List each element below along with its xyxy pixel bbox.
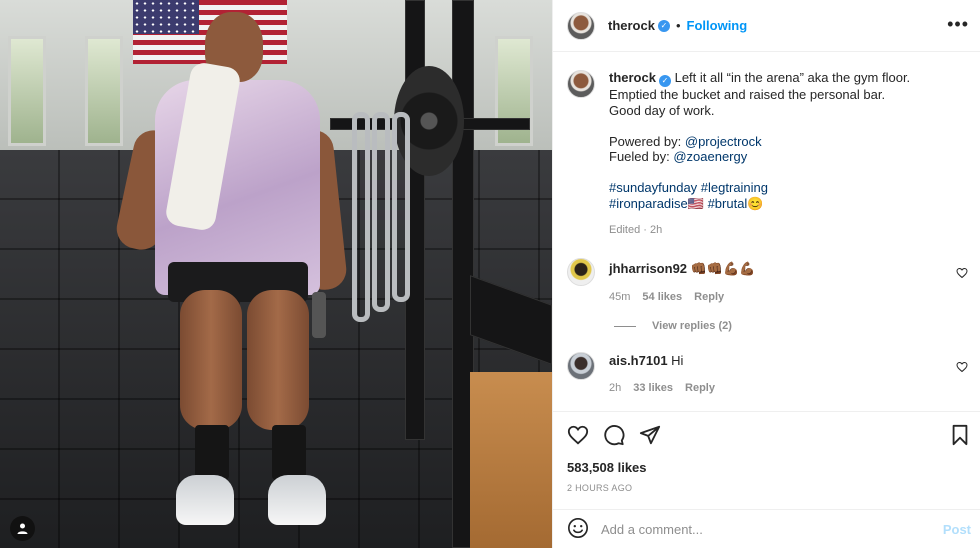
shoe: [176, 475, 234, 525]
following-button[interactable]: Following: [687, 18, 748, 33]
person-leg: [247, 290, 309, 430]
comment-likes[interactable]: 54 likes: [642, 291, 682, 303]
powered-by-label: Powered by:: [609, 133, 685, 149]
chain: [372, 112, 390, 312]
tagged-user-button[interactable]: [10, 516, 35, 541]
wood-platform: [470, 372, 552, 548]
chain: [392, 112, 410, 302]
caption-line: Good day of work.: [609, 102, 715, 118]
person-leg: [180, 290, 242, 430]
post-caption: therock ✓ Left it all “in the arena” aka …: [567, 70, 967, 239]
shoe: [268, 475, 326, 525]
divider: [614, 325, 636, 327]
window: [85, 36, 123, 146]
comment-icon: [604, 425, 625, 446]
hashtag-links[interactable]: #ironparadise🇺🇸 #brutal😊: [609, 196, 910, 212]
sock: [272, 425, 306, 480]
view-replies-button[interactable]: View replies (2): [614, 320, 732, 332]
verified-badge-icon: ✓: [657, 19, 670, 32]
likes-count[interactable]: 583,508 likes: [567, 460, 647, 475]
bookmark-icon: [952, 424, 968, 446]
heart-icon[interactable]: [956, 267, 968, 279]
chain: [352, 112, 370, 322]
comment-input[interactable]: [601, 521, 921, 537]
post-details-panel: therock ✓ • Following ••• therock ✓ Left …: [552, 0, 980, 548]
user-icon: [17, 523, 28, 534]
separator-dot: •: [675, 18, 681, 33]
post-author-username[interactable]: therock: [608, 18, 655, 33]
post-image[interactable]: [0, 0, 552, 548]
verified-badge-icon: ✓: [658, 75, 671, 87]
emoji-button[interactable]: [567, 517, 589, 542]
comment-text: Hi: [671, 353, 684, 368]
comment: ais.h7101 Hi 2h 33 likes Reply: [567, 352, 972, 394]
comment-time: 45m: [609, 291, 631, 303]
window: [8, 36, 46, 146]
like-button[interactable]: [567, 424, 589, 446]
caption-line: Left it all “in the arena” aka the gym f…: [674, 70, 911, 85]
caption-line: Emptied the bucket and raised the person…: [609, 87, 886, 102]
comment-text: 👊🏾👊🏾💪🏾💪🏾: [690, 261, 756, 276]
comment-time: 2h: [609, 382, 622, 394]
post-actions: 583,508 likes 2 HOURS AGO: [553, 411, 980, 509]
mention-link[interactable]: @projectrock: [685, 134, 762, 149]
post-timestamp[interactable]: 2 HOURS AGO: [567, 483, 632, 493]
hashtag-links[interactable]: #sundayfunday #legtraining: [609, 180, 910, 196]
comment-button[interactable]: [603, 424, 625, 446]
comment: jhharrison92 👊🏾👊🏾💪🏾💪🏾 45m 54 likes Reply: [567, 258, 972, 303]
heart-icon[interactable]: [956, 361, 968, 373]
comment-username[interactable]: ais.h7101: [609, 353, 668, 368]
edited-label: Edited · 2h: [609, 224, 663, 236]
comment-likes[interactable]: 33 likes: [633, 382, 673, 394]
drink-can: [312, 292, 326, 338]
share-button[interactable]: [639, 424, 661, 446]
post-header: therock ✓ • Following •••: [553, 0, 980, 52]
fueled-by-label: Fueled by:: [609, 149, 674, 164]
caption-username[interactable]: therock: [609, 70, 656, 85]
reply-button[interactable]: Reply: [685, 382, 715, 394]
caption-text: therock ✓ Left it all “in the arena” aka …: [609, 70, 910, 239]
add-comment-bar: Post: [553, 509, 980, 548]
share-icon: [639, 425, 661, 445]
avatar[interactable]: [567, 258, 595, 286]
sock: [195, 425, 229, 480]
emoji-icon: [568, 517, 588, 538]
comment-username[interactable]: jhharrison92: [609, 261, 687, 276]
avatar[interactable]: [567, 11, 595, 40]
mention-link[interactable]: @zoaenergy: [673, 149, 747, 164]
heart-icon: [567, 425, 589, 445]
more-options-icon[interactable]: •••: [947, 14, 969, 35]
avatar[interactable]: [567, 70, 595, 98]
post-comment-button[interactable]: Post: [943, 522, 971, 537]
reply-button[interactable]: Reply: [694, 291, 724, 303]
view-replies-label: View replies (2): [652, 320, 732, 332]
avatar[interactable]: [567, 352, 595, 380]
save-button[interactable]: [949, 424, 971, 446]
